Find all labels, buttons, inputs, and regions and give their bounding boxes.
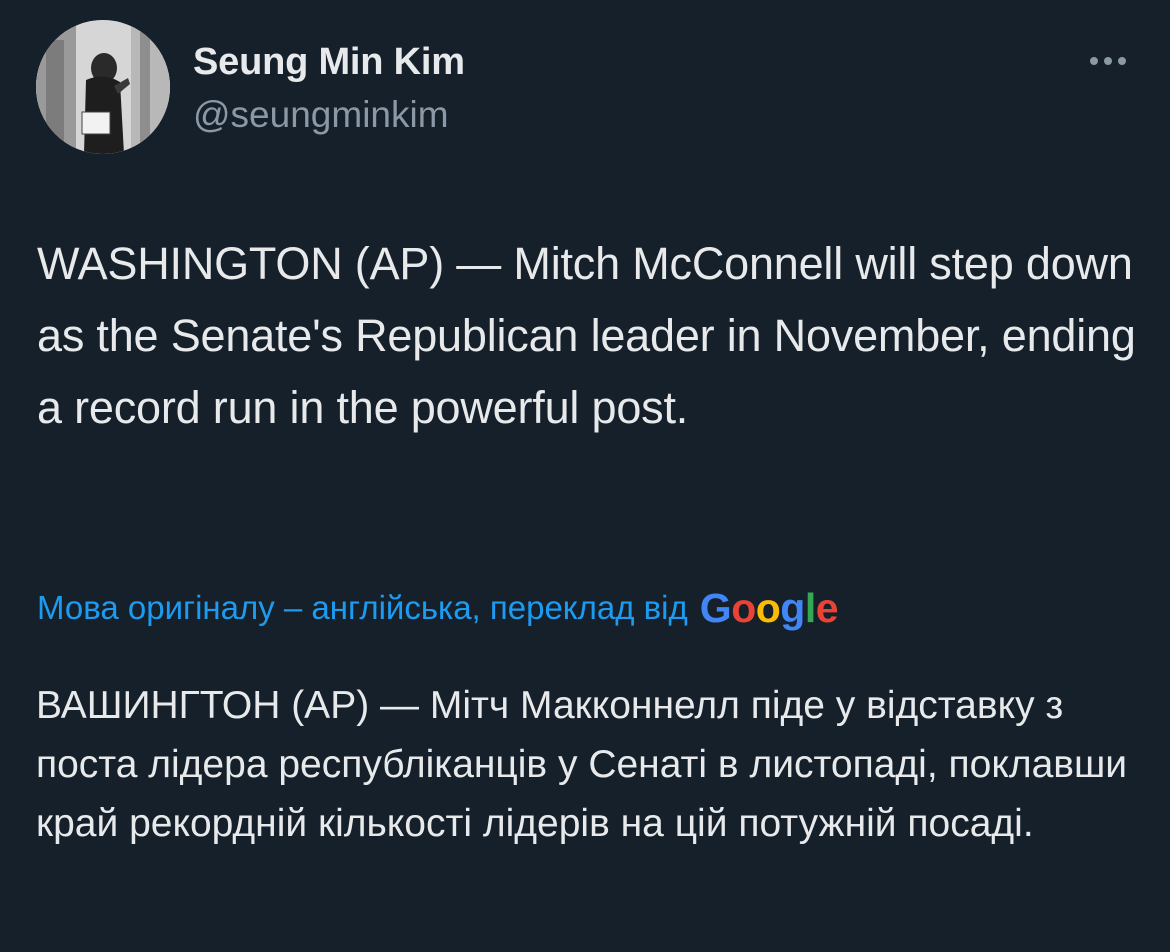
more-dots-icon [1118,57,1126,65]
avatar[interactable] [36,20,170,154]
author-display-name[interactable]: Seung Min Kim [193,38,465,86]
tweet-card: Seung Min Kim @seungminkim WASHINGTON (A… [0,0,1170,952]
translation-attribution-link[interactable]: Мова оригіналу – англійська, переклад ві… [37,589,688,627]
more-options-button[interactable] [1080,44,1136,78]
google-logo-letter: o [755,584,781,631]
author-handle[interactable]: @seungminkim [193,92,449,138]
tweet-text: WASHINGTON (AP) — Mitch McConnell will s… [37,238,1136,433]
more-dots-icon [1090,57,1098,65]
more-dots-icon [1104,57,1112,65]
google-logo-letter: g [780,584,805,631]
profile-photo-icon [36,20,170,154]
translated-tweet-text: ВАШИНГТОН (AP) — Мітч Макконнелл піде у … [36,684,1128,845]
google-logo-letter: G [699,584,732,631]
google-logo-letter: l [804,584,816,631]
google-logo: G o o g l e [699,584,839,632]
translation-attribution: Мова оригіналу – англійська, переклад ві… [37,582,839,634]
google-logo-letter: o [731,584,756,631]
google-logo-letter: e [815,584,839,631]
